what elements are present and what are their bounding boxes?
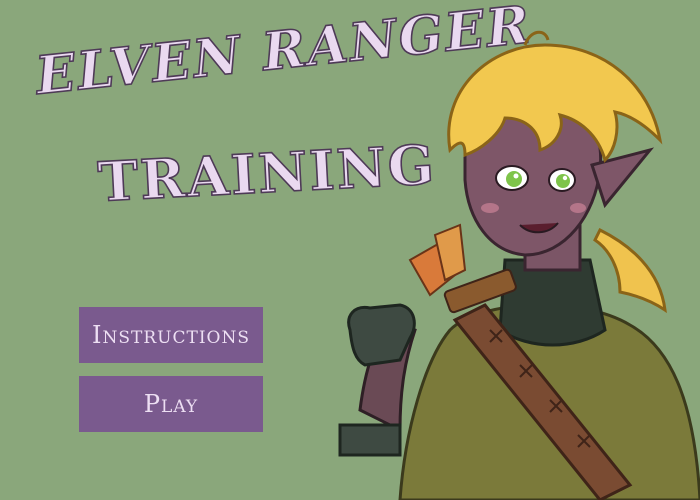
play-button[interactable]: Play [79, 376, 263, 432]
play-button-label: Play [143, 390, 199, 418]
instructions-button[interactable]: Instructions [79, 307, 263, 363]
elf-ranger-character-icon [338, 30, 700, 500]
instructions-button-label: Instructions [92, 321, 250, 349]
collar [498, 258, 607, 347]
hair [447, 43, 663, 163]
ponytail [593, 227, 667, 314]
